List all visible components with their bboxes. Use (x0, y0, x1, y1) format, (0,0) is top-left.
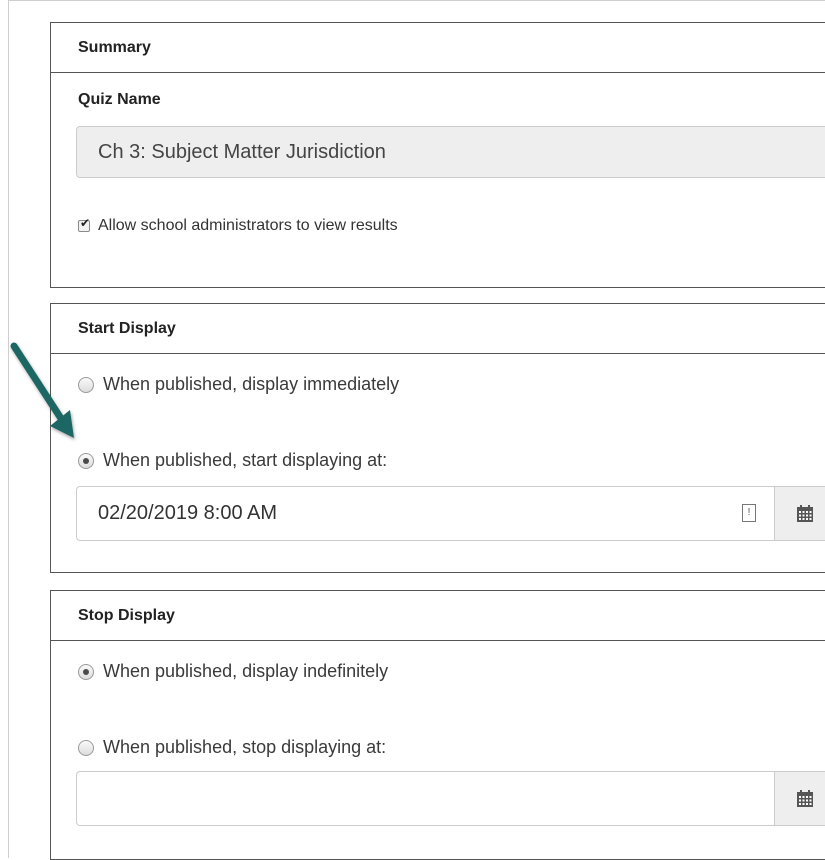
stop-date-input[interactable] (76, 771, 774, 826)
calendar-icon (797, 789, 813, 807)
teal-arrow-pointer (10, 342, 74, 438)
stop-display-heading: Stop Display (51, 591, 825, 641)
stop-indefinitely-label: When published, display indefinitely (103, 661, 389, 681)
frame-top-border (8, 0, 825, 1)
stop-date-group (76, 771, 825, 826)
stop-at-label: When published, stop displaying at: (103, 737, 387, 757)
calendar-icon (797, 504, 813, 522)
summary-panel: Summary Quiz Name Ch 3: Subject Matter J… (50, 22, 825, 288)
stop-display-panel: Stop Display When published, display ind… (50, 590, 825, 860)
start-calendar-button[interactable] (774, 486, 825, 541)
allow-admins-label: Allow school administrators to view resu… (98, 217, 398, 234)
quiz-name-field[interactable]: Ch 3: Subject Matter Jurisdiction (76, 126, 825, 178)
stop-at-radio[interactable] (78, 739, 94, 756)
start-date-input[interactable]: 02/20/2019 8:00 AM ! (76, 486, 774, 541)
summary-heading: Summary (51, 23, 825, 73)
start-at-label: When published, start displaying at: (103, 450, 388, 470)
start-display-heading: Start Display (51, 304, 825, 354)
start-date-value: 02/20/2019 8:00 AM (98, 502, 278, 524)
stop-calendar-button[interactable] (774, 771, 825, 826)
start-immediately-label: When published, display immediately (103, 374, 400, 394)
start-at-option[interactable]: When published, start displaying at: (78, 450, 387, 471)
stop-at-option[interactable]: When published, stop displaying at: (78, 737, 386, 758)
stop-indefinitely-radio[interactable] (78, 663, 94, 680)
start-display-panel: Start Display When published, display im… (50, 303, 825, 573)
allow-admins-row[interactable]: ✔ Allow school administrators to view re… (78, 217, 398, 235)
stop-indefinitely-option[interactable]: When published, display indefinitely (78, 661, 388, 682)
start-date-group: 02/20/2019 8:00 AM ! (76, 486, 825, 541)
clear-field-icon[interactable]: ! (742, 504, 756, 522)
start-immediately-option[interactable]: When published, display immediately (78, 374, 399, 395)
